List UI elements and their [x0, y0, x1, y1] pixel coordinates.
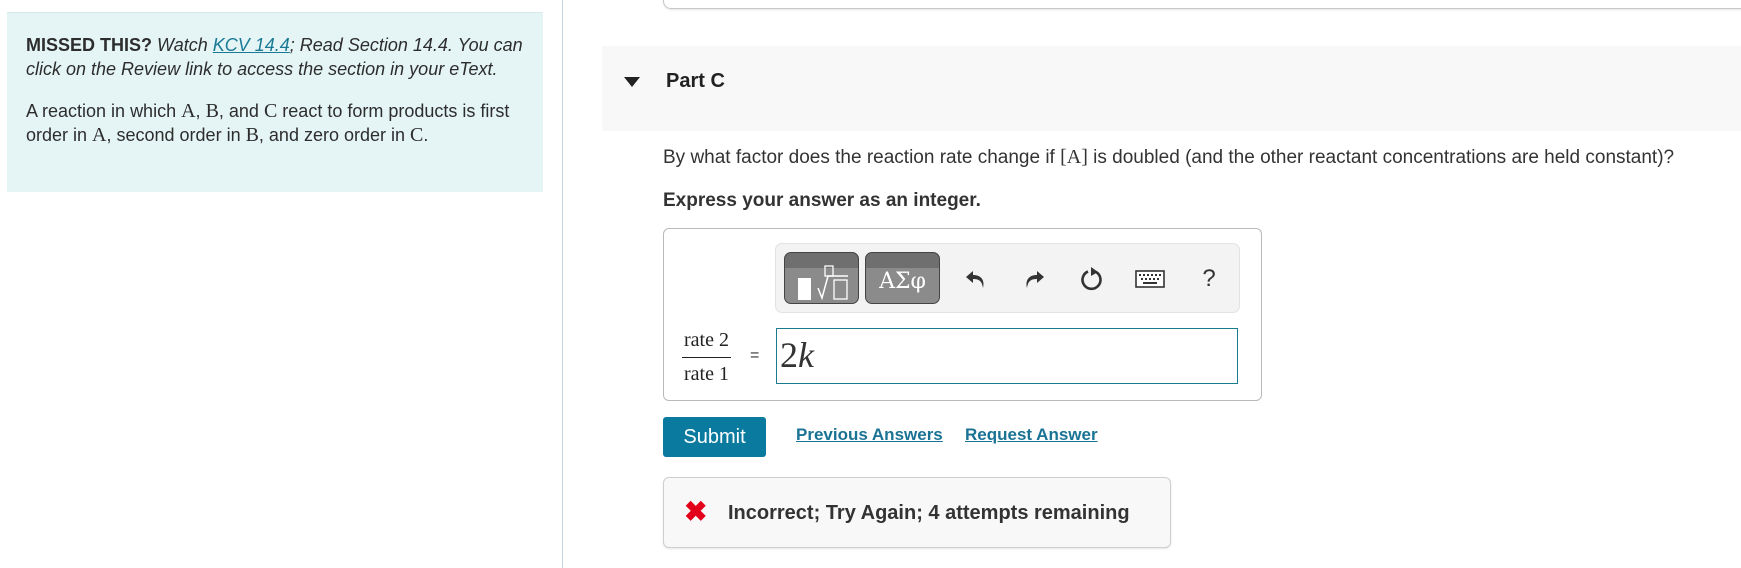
video-link[interactable]: KCV 14.4	[213, 35, 290, 55]
answer-value-variable: k	[798, 335, 814, 375]
problem-text: .	[423, 125, 429, 145]
problem-statement: A reaction in which A, B, and C react to…	[26, 99, 523, 147]
hint-panel: MISSED THIS? Watch KCV 14.4; Read Sectio…	[7, 12, 543, 192]
redo-icon	[1026, 271, 1044, 288]
question-prefix: By what factor does the reaction rate ch…	[663, 147, 1061, 168]
previous-answers-link[interactable]: Previous Answers	[796, 425, 943, 445]
answer-editor: ΑΣφ ? rate 2 rate 1 = 2k	[663, 228, 1262, 401]
math-toolbar: ΑΣφ ?	[775, 243, 1240, 313]
watch-prefix: Watch	[157, 35, 208, 55]
problem-text: ,	[195, 101, 206, 121]
question-suffix: is doubled (and the other reactant conce…	[1087, 147, 1675, 168]
templates-icon	[798, 265, 848, 301]
problem-text: A reaction in which	[26, 101, 182, 121]
question-text: By what factor does the reaction rate ch…	[663, 146, 1674, 169]
species-a: A	[92, 124, 107, 146]
equals-sign: =	[750, 347, 760, 364]
caret-down-icon[interactable]	[624, 77, 640, 87]
species-c: C	[263, 100, 278, 122]
request-answer-link[interactable]: Request Answer	[965, 425, 1098, 445]
incorrect-x-icon: ✖	[684, 496, 708, 527]
species-a: A	[181, 100, 196, 122]
concentration-a: [A]	[1060, 146, 1088, 168]
fraction-denominator: rate 1	[684, 363, 729, 385]
submit-button[interactable]: Submit	[663, 417, 766, 457]
species-b: B	[245, 124, 259, 146]
symbols-button[interactable]: ΑΣφ	[865, 252, 940, 304]
feedback-text: Incorrect; Try Again; 4 attempts remaini…	[728, 502, 1130, 524]
part-c-header[interactable]: Part C	[602, 46, 1741, 131]
greek-symbols-label: ΑΣφ	[879, 269, 926, 294]
rate-ratio-label: rate 2 rate 1	[682, 329, 731, 386]
part-title: Part C	[666, 70, 725, 92]
missed-this-label: MISSED THIS?	[26, 35, 153, 55]
answer-value-number: 2	[780, 335, 798, 375]
templates-button[interactable]	[784, 252, 859, 304]
species-b: B	[205, 100, 219, 122]
problem-text: , second order in	[106, 125, 246, 145]
fraction-numerator: rate 2	[682, 329, 731, 358]
reset-button[interactable]	[1077, 264, 1107, 294]
feedback-message: ✖ Incorrect; Try Again; 4 attempts remai…	[663, 477, 1171, 548]
answer-instruction: Express your answer as an integer.	[663, 190, 981, 211]
answer-input[interactable]: 2k	[776, 328, 1238, 384]
help-icon: ?	[1202, 265, 1216, 292]
help-button[interactable]: ?	[1194, 264, 1224, 294]
undo-button[interactable]	[961, 264, 991, 294]
redo-button[interactable]	[1019, 264, 1049, 294]
undo-icon	[966, 271, 984, 288]
keyboard-icon	[1135, 270, 1165, 288]
reset-icon	[1081, 267, 1102, 291]
problem-text: , and zero order in	[258, 125, 411, 145]
previous-part-panel	[663, 0, 1741, 9]
missed-this-text: MISSED THIS? Watch KCV 14.4; Read Sectio…	[26, 33, 523, 81]
species-c: C	[410, 124, 424, 146]
keyboard-button[interactable]	[1135, 264, 1165, 294]
problem-text: , and	[218, 101, 264, 121]
column-divider	[562, 0, 563, 568]
